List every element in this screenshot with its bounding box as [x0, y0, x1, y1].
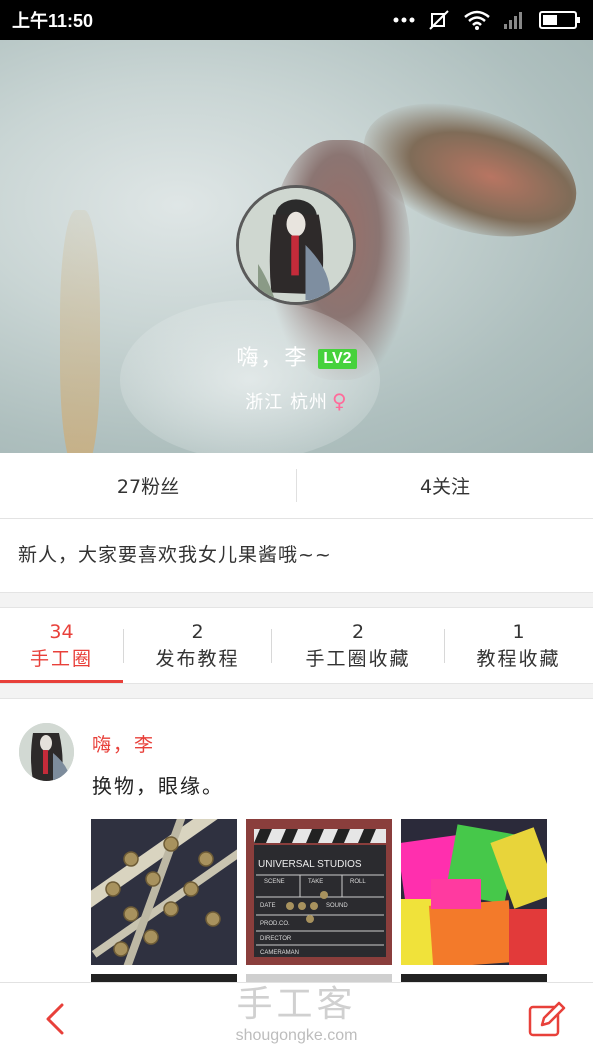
tab-handicraft-circle[interactable]: 34 手工圈	[0, 609, 123, 683]
post-text: 换物，眼缘。	[92, 774, 224, 798]
post-item[interactable]: 嗨，李 换物，眼缘。 UNIVERSAL STUDIOS SCENE TAKE …	[0, 700, 593, 982]
mute-icon	[429, 10, 449, 30]
section-gap	[0, 683, 593, 699]
status-icons	[393, 9, 581, 31]
tab-count: 2	[191, 621, 204, 643]
followers-button[interactable]: 27粉丝	[0, 453, 296, 518]
profile-location: 浙江 杭州	[245, 392, 329, 413]
post-avatar[interactable]	[19, 723, 74, 781]
female-icon: ♀	[332, 389, 348, 413]
clapper-title: UNIVERSAL STUDIOS	[258, 859, 362, 870]
post-image-coins[interactable]	[91, 819, 237, 965]
post-image-partial[interactable]	[91, 974, 237, 982]
battery-icon	[539, 11, 580, 29]
bottom-bar: 手工客 shougongke.com	[0, 982, 593, 1054]
status-time: 上午11:50	[12, 11, 94, 31]
tab-tutorial-favorites[interactable]: 1 教程收藏	[445, 609, 592, 683]
tab-label: 发布教程	[155, 648, 240, 670]
avatar[interactable]	[236, 185, 356, 305]
tab-published-tutorials[interactable]: 2 发布教程	[124, 609, 271, 683]
edit-icon[interactable]	[526, 999, 566, 1039]
clapper-take: TAKE	[308, 879, 323, 885]
level-badge: LV2	[318, 349, 357, 369]
post-images-row2	[91, 974, 547, 982]
profile-location-row: 浙江 杭州 ♀	[0, 388, 593, 414]
post-image-partial[interactable]	[246, 974, 392, 982]
tab-label: 手工圈收藏	[305, 648, 411, 670]
tab-count: 1	[512, 621, 525, 643]
signal-icon	[504, 12, 522, 29]
clapper-sound: SOUND	[326, 903, 348, 909]
status-bar: 上午11:50	[0, 0, 593, 40]
content-tabs: 34 手工圈 2 发布教程 2 手工圈收藏 1 教程收藏	[0, 609, 593, 683]
tab-label: 手工圈	[29, 648, 93, 670]
stats-row: 27粉丝 4关注	[0, 453, 593, 519]
tab-label: 教程收藏	[476, 648, 561, 670]
tab-circle-favorites[interactable]: 2 手工圈收藏	[272, 609, 444, 683]
clapper-director: DIRECTOR	[260, 936, 292, 942]
watermark: 手工客 shougongke.com	[0, 983, 593, 1045]
profile-name-row: 嗨，李 LV2	[0, 340, 593, 372]
watermark-logo: 手工客	[236, 984, 357, 1025]
post-images: UNIVERSAL STUDIOS SCENE TAKE ROLL DATE S…	[91, 819, 547, 965]
section-gap	[0, 592, 593, 608]
tab-count: 34	[49, 621, 74, 643]
post-author[interactable]: 嗨，李	[92, 730, 155, 757]
tab-count: 2	[351, 621, 365, 643]
clapper-roll: ROLL	[350, 879, 366, 885]
wifi-icon	[464, 10, 490, 30]
post-image-clay[interactable]	[401, 819, 547, 965]
clapper-prod: PROD.CO.	[260, 921, 290, 927]
clapper-camera: CAMERAMAN	[260, 950, 299, 956]
watermark-url: shougongke.com	[235, 1027, 358, 1044]
clapper-scene: SCENE	[264, 879, 285, 885]
profile-name: 嗨，李	[236, 346, 309, 371]
post-image-partial[interactable]	[401, 974, 547, 982]
more-dots-icon	[393, 17, 415, 23]
clapper-date: DATE	[260, 903, 276, 909]
following-button[interactable]: 4关注	[297, 453, 593, 518]
back-icon[interactable]	[38, 1001, 74, 1037]
post-image-clapperboard[interactable]: UNIVERSAL STUDIOS SCENE TAKE ROLL DATE S…	[246, 819, 392, 965]
profile-bio: 新人，大家要喜欢我女儿果酱哦~~	[0, 520, 593, 592]
